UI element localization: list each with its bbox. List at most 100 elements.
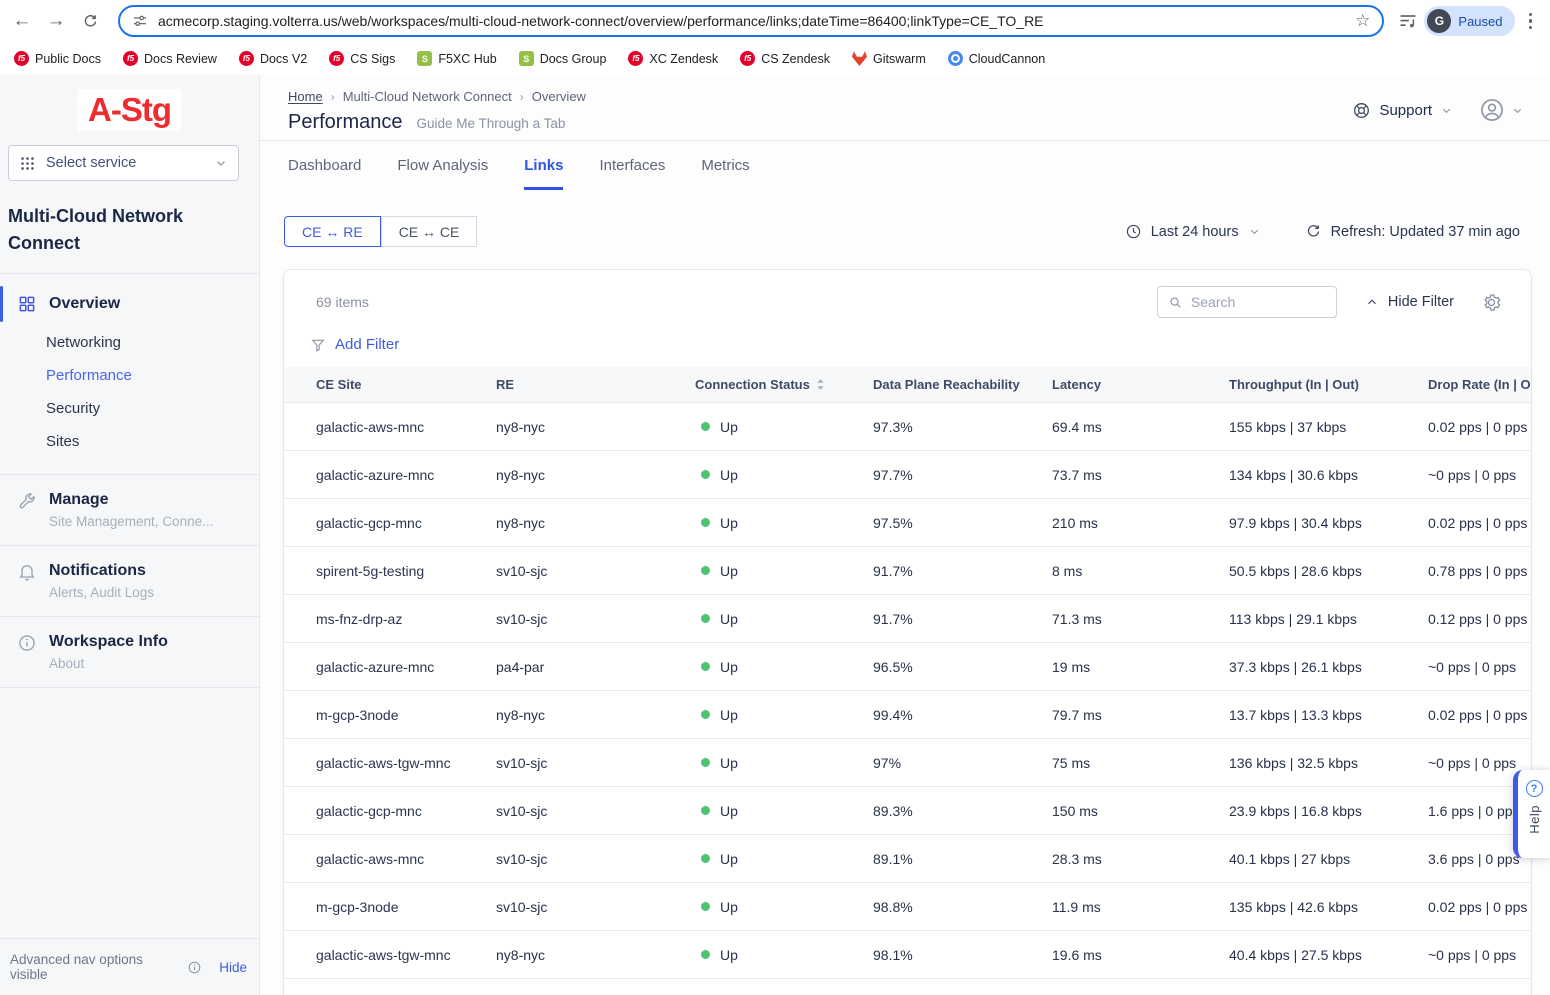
browser-profile-button[interactable]: G Paused — [1424, 6, 1514, 36]
back-icon[interactable]: ← — [8, 7, 36, 35]
table-row: galactic-aws-mnc sv10-sjc Up 89.1% 28.3 … — [284, 835, 1531, 883]
sidebar-subitem[interactable]: Performance — [0, 359, 259, 392]
bookmark-item[interactable]: Docs Review — [123, 51, 217, 66]
sidebar-subitem[interactable]: Security — [0, 392, 259, 425]
re-value: pa4-par — [496, 659, 695, 675]
add-filter-button[interactable]: Add Filter — [310, 336, 1531, 353]
info-icon — [17, 633, 37, 653]
sidebar-subitem[interactable]: Networking — [0, 326, 259, 359]
bookmark-item[interactable]: XC Zendesk — [628, 51, 718, 66]
breadcrumb-item[interactable]: Overview — [532, 89, 586, 104]
main-content: Home › Multi-Cloud Network Connect › Ove… — [260, 75, 1550, 995]
help-tab[interactable]: ? Help — [1513, 770, 1550, 858]
sidebar-item-overview[interactable]: Overview — [0, 282, 259, 326]
account-menu[interactable] — [1479, 97, 1524, 123]
tab-item[interactable]: Interfaces — [599, 157, 665, 190]
bookmark-item[interactable]: Docs V2 — [239, 51, 307, 66]
ce-site-link[interactable]: galactic-aws-tgw-mnc — [316, 755, 451, 771]
connection-status-value: Up — [695, 899, 873, 915]
connection-status-value: Up — [695, 563, 873, 579]
search-input[interactable] — [1191, 294, 1326, 310]
ce-site-link[interactable]: galactic-azure-mnc — [316, 659, 434, 675]
service-selector[interactable]: Select service — [8, 145, 239, 181]
bookmark-item[interactable]: Public Docs — [14, 51, 101, 66]
sidebar-item-workspace-info[interactable]: Workspace Info About — [0, 617, 259, 685]
status-label: Up — [720, 803, 738, 819]
question-mark-icon: ? — [1526, 780, 1543, 797]
status-label: Up — [720, 419, 738, 435]
guide-me-link[interactable]: Guide Me Through a Tab — [417, 116, 566, 131]
status-up-dot-icon — [701, 614, 710, 623]
drop-rate-value: 0.02 pps | 0 pps — [1428, 515, 1531, 531]
ce-site-link[interactable]: galactic-azure-mnc — [316, 467, 434, 483]
column-header-ce-site[interactable]: CE Site — [316, 377, 496, 392]
bookmark-item[interactable]: CS Sigs — [329, 51, 395, 66]
column-header-throughput[interactable]: Throughput (In | Out) — [1229, 377, 1428, 392]
ce-site-link[interactable]: galactic-gcp-mnc — [316, 515, 422, 531]
ce-site-link[interactable]: ms-fnz-drp-az — [316, 611, 402, 627]
column-header-re[interactable]: RE — [496, 377, 695, 392]
ce-site-link[interactable]: m-gcp-3node — [316, 707, 399, 723]
sidebar-item-manage[interactable]: Manage Site Management, Conne... — [0, 475, 259, 543]
connection-status-value: Up — [695, 851, 873, 867]
support-menu[interactable]: Support — [1352, 101, 1453, 120]
media-controls-icon[interactable] — [1398, 11, 1418, 31]
column-header-drop-rate[interactable]: Drop Rate (In | Out) — [1428, 377, 1531, 392]
bookmark-item[interactable]: Gitswarm — [852, 51, 926, 66]
link-type-toggle-button[interactable]: CE ↔ CE — [381, 216, 478, 247]
chevron-down-icon — [1248, 225, 1261, 238]
tab-item[interactable]: Metrics — [701, 157, 749, 190]
tab-item[interactable]: Dashboard — [288, 157, 361, 190]
table-settings-gear-icon[interactable] — [1482, 293, 1501, 312]
chevron-down-icon — [1511, 104, 1524, 117]
re-value: ny8-nyc — [496, 947, 695, 963]
table-search[interactable] — [1157, 286, 1337, 318]
url-bar[interactable]: acmecorp.staging.volterra.us/web/workspa… — [118, 5, 1384, 37]
column-header-reachability[interactable]: Data Plane Reachability — [873, 377, 1052, 392]
ce-site-link[interactable]: galactic-gcp-mnc — [316, 803, 422, 819]
user-avatar-icon — [1479, 97, 1505, 123]
link-type-toggle-button[interactable]: CE ↔ RE — [284, 216, 381, 247]
re-value: ny8-nyc — [496, 515, 695, 531]
bookmark-item[interactable]: CS Zendesk — [740, 51, 830, 66]
breadcrumb-item[interactable]: Home — [288, 89, 323, 104]
help-label: Help — [1527, 805, 1542, 834]
throughput-value: 113 kbps | 29.1 kbps — [1229, 611, 1428, 627]
reachability-value: 97% — [873, 755, 1052, 771]
browser-menu-icon[interactable] — [1521, 7, 1541, 36]
bookmark-star-icon[interactable]: ☆ — [1355, 11, 1370, 31]
ce-site-link[interactable]: m-gcp-3node — [316, 899, 399, 915]
sort-icon[interactable] — [816, 378, 825, 391]
latency-value: 73.7 ms — [1052, 467, 1229, 483]
drop-rate-value: ~0 pps | 0 pps — [1428, 659, 1531, 675]
connection-status-value: Up — [695, 467, 873, 483]
hide-nav-link[interactable]: Hide — [219, 960, 247, 975]
column-header-connection-status[interactable]: Connection Status — [695, 377, 873, 392]
breadcrumb-item[interactable]: Multi-Cloud Network Connect — [343, 89, 512, 104]
hide-filter-button[interactable]: Hide Filter — [1365, 294, 1454, 310]
refresh-button[interactable]: Refresh: Updated 37 min ago — [1305, 223, 1520, 240]
ce-site-link[interactable]: spirent-5g-testing — [316, 563, 424, 579]
bookmark-item[interactable]: F5XC Hub — [417, 51, 496, 66]
site-settings-icon[interactable] — [132, 13, 148, 29]
time-range-selector[interactable]: Last 24 hours — [1125, 223, 1261, 240]
ce-site-link[interactable]: galactic-aws-mnc — [316, 419, 424, 435]
column-header-latency[interactable]: Latency — [1052, 377, 1229, 392]
ce-site-link[interactable]: galactic-aws-tgw-mnc — [316, 947, 451, 963]
connection-status-value: Up — [695, 803, 873, 819]
sidebar-item-notifications[interactable]: Notifications Alerts, Audit Logs — [0, 546, 259, 614]
divider — [0, 273, 259, 274]
bookmark-item[interactable]: CloudCannon — [948, 51, 1045, 66]
bookmark-item[interactable]: Docs Group — [519, 51, 607, 66]
reload-icon[interactable] — [76, 7, 104, 35]
drop-rate-value: 0.12 pps | 0 pps — [1428, 611, 1531, 627]
sync-status-label: Paused — [1458, 14, 1502, 29]
url-text[interactable]: acmecorp.staging.volterra.us/web/workspa… — [158, 13, 1345, 29]
drop-rate-value: 0.02 pps | 0 pps — [1428, 419, 1531, 435]
tab-item[interactable]: Flow Analysis — [397, 157, 488, 190]
tab-item[interactable]: Links — [524, 157, 563, 190]
bookmark-favicon — [329, 51, 344, 66]
sidebar-subitem[interactable]: Sites — [0, 425, 259, 458]
ce-site-link[interactable]: galactic-aws-mnc — [316, 851, 424, 867]
forward-icon[interactable]: → — [42, 7, 70, 35]
